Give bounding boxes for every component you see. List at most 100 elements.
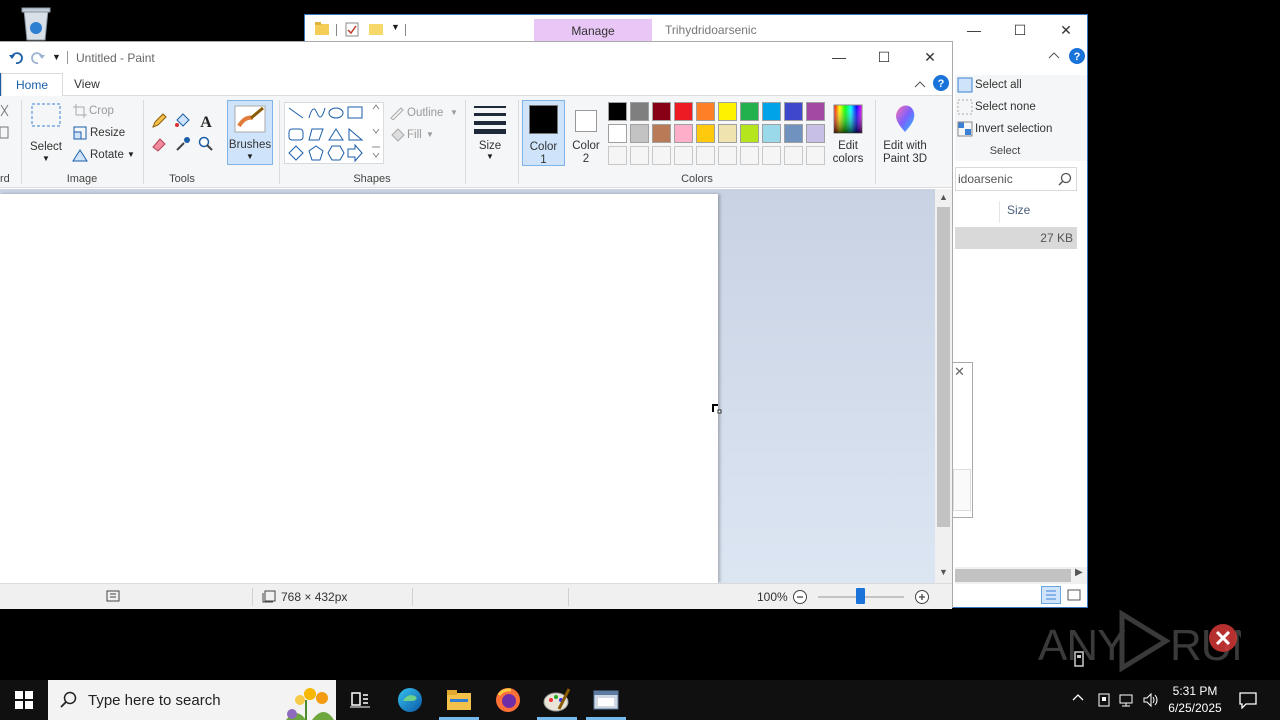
collapse-ribbon-icon[interactable] (1048, 51, 1060, 59)
manage-tab[interactable]: Manage (534, 19, 652, 42)
tab-view[interactable]: View (60, 73, 114, 97)
minimize-button[interactable]: — (951, 15, 997, 45)
palette-swatch[interactable] (740, 124, 759, 143)
notifications-icon[interactable] (1238, 691, 1258, 709)
text-icon[interactable]: A (198, 112, 214, 130)
collapse-ribbon-icon[interactable] (914, 80, 926, 88)
horizontal-scrollbar[interactable]: ▶ (955, 567, 1087, 584)
clock[interactable]: 5:31 PM 6/25/2025 (1160, 683, 1230, 717)
chevron-down-icon[interactable]: ▼ (127, 150, 135, 159)
quick-access-dropdown-icon[interactable]: ▼ (391, 22, 400, 32)
palette-swatch[interactable] (630, 102, 649, 121)
show-hidden-icons-button[interactable] (1072, 692, 1084, 705)
scroll-right-icon[interactable]: ▶ (1075, 567, 1083, 578)
color-picker-icon[interactable] (175, 136, 191, 152)
maximize-button[interactable]: ☐ (861, 42, 907, 72)
crop-button[interactable]: Crop (89, 105, 114, 117)
palette-swatch[interactable] (784, 102, 803, 121)
recycle-bin-icon[interactable] (16, 6, 56, 42)
new-folder-icon[interactable] (369, 22, 383, 36)
palette-swatch[interactable] (674, 146, 693, 165)
palette-swatch[interactable] (608, 146, 627, 165)
palette-swatch[interactable] (608, 102, 627, 121)
copy-icon[interactable] (0, 126, 10, 140)
rotate-button[interactable]: Rotate (90, 149, 124, 161)
minimize-button[interactable]: — (816, 42, 862, 72)
details-view-button[interactable] (1041, 586, 1061, 604)
palette-swatch[interactable] (806, 102, 825, 121)
edge-button[interactable] (386, 680, 434, 720)
color2-button[interactable]: Color 2 (566, 100, 606, 166)
eraser-icon[interactable] (151, 136, 167, 152)
tab-home[interactable]: Home (1, 73, 64, 97)
properties-icon[interactable] (345, 22, 359, 37)
palette-swatch[interactable] (652, 146, 671, 165)
drawing-canvas[interactable] (0, 194, 718, 583)
palette-swatch[interactable] (674, 102, 693, 121)
palette-swatch[interactable] (696, 124, 715, 143)
scroll-up-icon[interactable]: ▲ (939, 192, 948, 202)
palette-swatch[interactable] (630, 146, 649, 165)
shapes-gallery[interactable] (284, 102, 384, 164)
magnifier-icon[interactable] (198, 136, 214, 152)
zoom-in-icon[interactable] (914, 589, 930, 605)
palette-swatch[interactable] (806, 124, 825, 143)
network-icon[interactable] (1118, 692, 1136, 708)
pencil-icon[interactable] (151, 113, 167, 129)
edit-colors-button[interactable]: Edit colors (828, 100, 868, 166)
palette-swatch[interactable] (652, 124, 671, 143)
palette-swatch[interactable] (652, 102, 671, 121)
palette-swatch[interactable] (696, 146, 715, 165)
volume-icon[interactable] (1142, 692, 1160, 708)
quick-access-dropdown-icon[interactable]: ▼ (52, 52, 61, 62)
color1-button[interactable]: Color 1 (522, 100, 565, 166)
size-button[interactable]: Size ▼ (470, 100, 510, 164)
palette-swatch[interactable] (718, 102, 737, 121)
palette-swatch[interactable] (762, 124, 781, 143)
help-icon[interactable]: ? (1069, 48, 1085, 64)
size-column-header[interactable]: Size (1007, 203, 1030, 217)
taskbar-search-box[interactable]: Type here to search (48, 680, 336, 720)
app-button[interactable] (582, 680, 630, 720)
palette-swatch[interactable] (740, 146, 759, 165)
vertical-scrollbar[interactable]: ▲ ▼ (935, 189, 952, 583)
canvas-resize-handle[interactable] (712, 403, 722, 414)
large-icons-view-button[interactable] (1065, 587, 1083, 603)
file-explorer-button[interactable] (435, 680, 483, 720)
palette-swatch[interactable] (784, 124, 803, 143)
undo-icon[interactable] (8, 50, 24, 66)
task-view-button[interactable] (336, 680, 384, 720)
select-none-button[interactable]: Select none (975, 101, 1036, 113)
cut-icon[interactable] (0, 104, 10, 118)
brushes-button[interactable]: Brushes ▼ (227, 100, 273, 165)
start-button[interactable] (0, 680, 48, 720)
edit-with-paint3d-button[interactable]: Edit with Paint 3D (878, 100, 932, 166)
palette-swatch[interactable] (806, 146, 825, 165)
search-box[interactable]: idoarsenic (955, 167, 1077, 191)
redo-icon[interactable] (30, 50, 46, 66)
maximize-button[interactable]: ☐ (997, 15, 1043, 45)
palette-swatch[interactable] (674, 124, 693, 143)
invert-selection-button[interactable]: Invert selection (975, 123, 1052, 135)
palette-swatch[interactable] (762, 146, 781, 165)
scrollbar-thumb[interactable] (955, 569, 1071, 582)
palette-swatch[interactable] (630, 124, 649, 143)
palette-swatch[interactable] (608, 124, 627, 143)
close-button[interactable]: ✕ (1043, 15, 1089, 45)
select-button[interactable]: Select ▼ (26, 98, 66, 166)
close-button[interactable]: ✕ (907, 42, 953, 72)
scroll-down-icon[interactable]: ▼ (939, 567, 948, 577)
close-icon[interactable]: ✕ (954, 364, 965, 380)
resize-button[interactable]: Resize (90, 127, 125, 139)
palette-swatch[interactable] (762, 102, 781, 121)
outline-button[interactable]: Outline (407, 107, 443, 119)
dialog-button[interactable] (953, 469, 971, 511)
palette-swatch[interactable] (784, 146, 803, 165)
firefox-button[interactable] (484, 680, 532, 720)
file-row-selected[interactable]: 27 KB (955, 227, 1077, 249)
zoom-slider-thumb[interactable] (856, 588, 865, 604)
device-icon[interactable] (1096, 692, 1112, 708)
select-all-button[interactable]: Select all (975, 79, 1022, 91)
palette-swatch[interactable] (696, 102, 715, 121)
scrollbar-thumb[interactable] (937, 207, 950, 527)
